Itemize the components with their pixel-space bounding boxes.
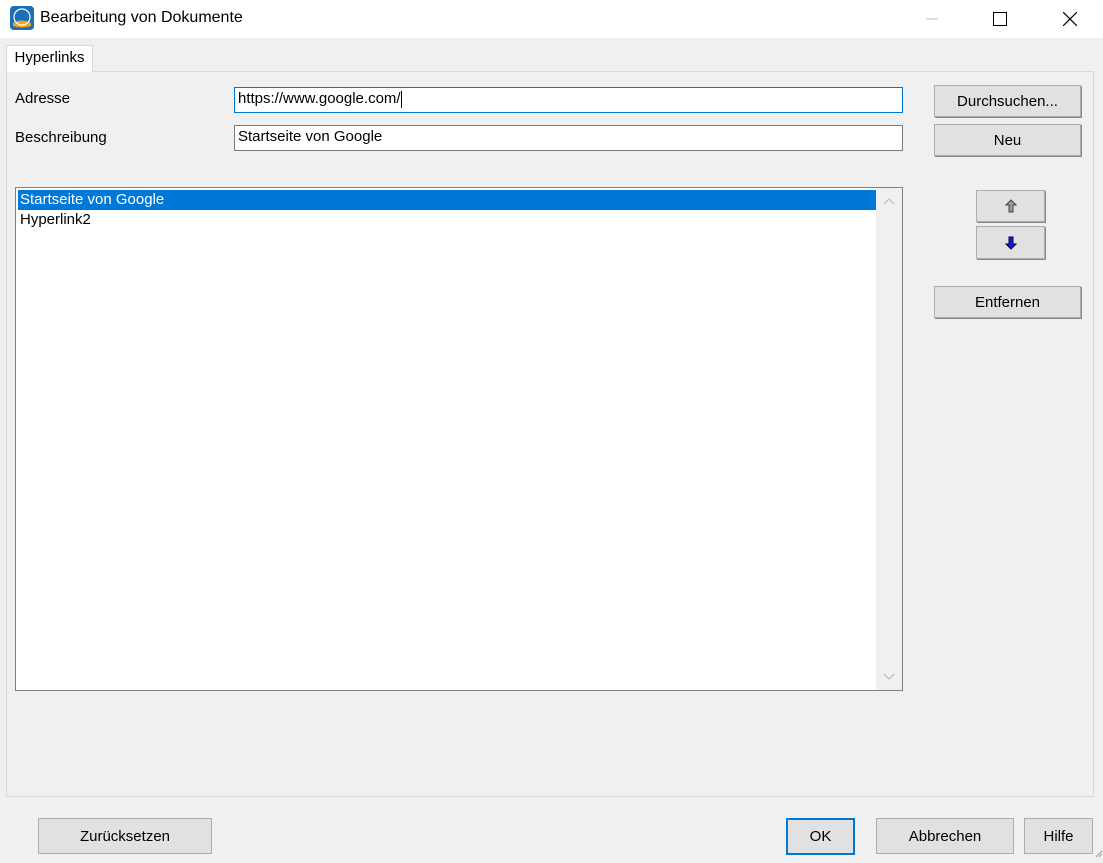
- browse-button[interactable]: Durchsuchen...: [934, 85, 1081, 117]
- close-icon: [1063, 12, 1077, 26]
- ok-button[interactable]: OK: [786, 818, 855, 855]
- vizi-app-icon: [10, 6, 34, 30]
- scroll-down-button[interactable]: [876, 664, 902, 690]
- cancel-button[interactable]: Abbrechen: [876, 818, 1014, 854]
- address-label: Adresse: [15, 90, 71, 107]
- resize-grip-icon[interactable]: [1095, 846, 1103, 858]
- new-button[interactable]: Neu: [934, 124, 1081, 156]
- help-button[interactable]: Hilfe: [1024, 818, 1093, 854]
- address-input[interactable]: https://www.google.com/: [234, 87, 903, 113]
- chevron-down-icon: [883, 673, 895, 680]
- close-button[interactable]: [1047, 0, 1093, 38]
- chevron-up-icon: [883, 198, 895, 205]
- window-title: Bearbeitung von Dokumente: [40, 9, 243, 26]
- scroll-up-button[interactable]: [876, 188, 902, 214]
- description-input[interactable]: Startseite von Google: [234, 125, 903, 151]
- arrow-up-icon: [1004, 199, 1017, 213]
- hyperlink-list[interactable]: Startseite von Google Hyperlink2: [15, 187, 903, 691]
- address-value: https://www.google.com/: [238, 90, 401, 107]
- list-item[interactable]: Startseite von Google: [18, 190, 877, 210]
- minimize-icon: [926, 18, 938, 20]
- move-up-button[interactable]: [976, 190, 1045, 222]
- tab-hyperlinks[interactable]: Hyperlinks: [6, 45, 93, 72]
- vertical-scrollbar[interactable]: [876, 188, 902, 690]
- remove-button[interactable]: Entfernen: [934, 286, 1081, 318]
- move-down-button[interactable]: [976, 226, 1045, 259]
- description-label: Beschreibung: [15, 129, 107, 146]
- reset-button[interactable]: Zurücksetzen: [38, 818, 212, 854]
- maximize-icon: [993, 12, 1007, 26]
- description-value: Startseite von Google: [238, 128, 383, 145]
- arrow-down-icon: [1004, 236, 1017, 250]
- list-item[interactable]: Hyperlink2: [18, 210, 877, 230]
- text-caret: [400, 90, 402, 108]
- maximize-button[interactable]: [977, 0, 1023, 38]
- minimize-button[interactable]: [909, 0, 955, 38]
